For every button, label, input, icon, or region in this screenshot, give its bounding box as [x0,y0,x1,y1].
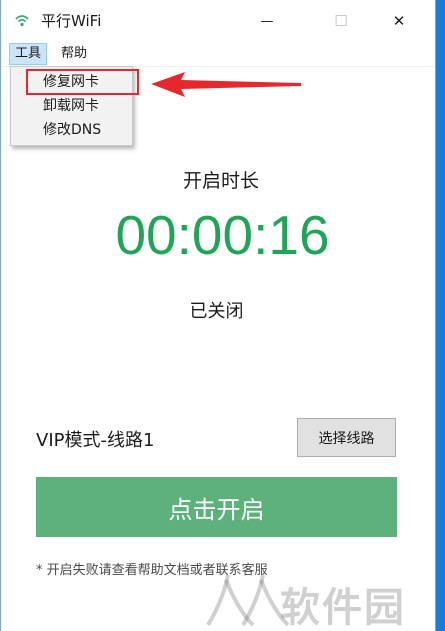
duration-label: 开启时长 [182,170,259,192]
vip-mode-label: VIP模式-线路1 [36,430,155,451]
menu-item-uninstall-adapter[interactable]: 卸载网卡 [11,94,132,118]
maximize-icon: ☐ [334,12,348,30]
maximize-button[interactable]: ☐ [318,0,364,42]
annotation-highlight-box [26,69,139,95]
minimize-button[interactable]: — [244,0,290,42]
close-icon: ✕ [392,12,406,30]
watermark-text: 软件园 [280,585,406,631]
wifi-icon [14,12,30,28]
minimize-icon: — [260,13,274,29]
menu-help[interactable]: 帮助 [56,44,92,64]
connection-status: 已关闭 [189,301,244,322]
app-window: 平行WiFi — ☐ ✕ 工具 帮助 修复网卡 卸载网卡 修改DNS 开启时长 … [0,0,436,631]
window-title: 平行WiFi [41,12,102,30]
close-button[interactable]: ✕ [376,0,422,42]
menu-bar: 工具 帮助 [1,42,435,67]
title-bar: 平行WiFi — ☐ ✕ [1,0,435,42]
select-line-button[interactable]: 选择线路 [297,418,396,457]
timer-display: 00:00:16 [115,204,330,266]
start-button[interactable]: 点击开启 [36,477,397,537]
menu-item-modify-dns[interactable]: 修改DNS [11,118,132,142]
annotation-arrow-icon [151,72,301,97]
menu-tools[interactable]: 工具 [9,43,48,65]
